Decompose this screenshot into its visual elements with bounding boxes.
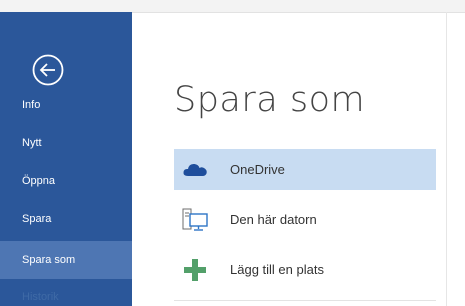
location-label: Den här datorn: [230, 212, 317, 227]
sidebar-item-open[interactable]: Öppna: [0, 162, 132, 200]
location-onedrive[interactable]: OneDrive: [174, 149, 436, 190]
sidebar-item-label: Info: [22, 99, 41, 111]
backstage-sidebar: Info Nytt Öppna Spara Spara som Historik: [0, 12, 132, 306]
plus-icon: [184, 259, 206, 281]
sidebar-item-history[interactable]: Historik: [0, 278, 132, 306]
back-arrow-icon: [32, 54, 64, 86]
sidebar-item-save-as[interactable]: Spara som: [0, 241, 132, 279]
backstage-window: Info Nytt Öppna Spara Spara som Historik…: [0, 0, 465, 306]
sidebar-item-info[interactable]: Info: [0, 86, 132, 124]
location-this-pc[interactable]: Den här datorn: [174, 199, 436, 240]
location-label: Lägg till en plats: [230, 262, 324, 277]
sidebar-item-label: Historik: [22, 291, 59, 303]
sidebar-item-label: Öppna: [22, 175, 56, 187]
computer-icon: [182, 208, 208, 231]
page-title: Spara som: [174, 80, 366, 120]
sidebar-item-save[interactable]: Spara: [0, 200, 132, 238]
content-right-edge: [446, 12, 447, 306]
cloud-icon: [183, 163, 207, 176]
location-add-place[interactable]: Lägg till en plats: [174, 249, 436, 290]
sidebar-item-label: Spara som: [22, 254, 76, 266]
sidebar-item-label: Nytt: [22, 137, 42, 149]
sidebar-item-new[interactable]: Nytt: [0, 124, 132, 162]
sidebar-item-label: Spara: [22, 213, 52, 225]
back-button[interactable]: [31, 53, 65, 87]
locations-divider: [174, 300, 436, 301]
location-label: OneDrive: [230, 162, 285, 177]
